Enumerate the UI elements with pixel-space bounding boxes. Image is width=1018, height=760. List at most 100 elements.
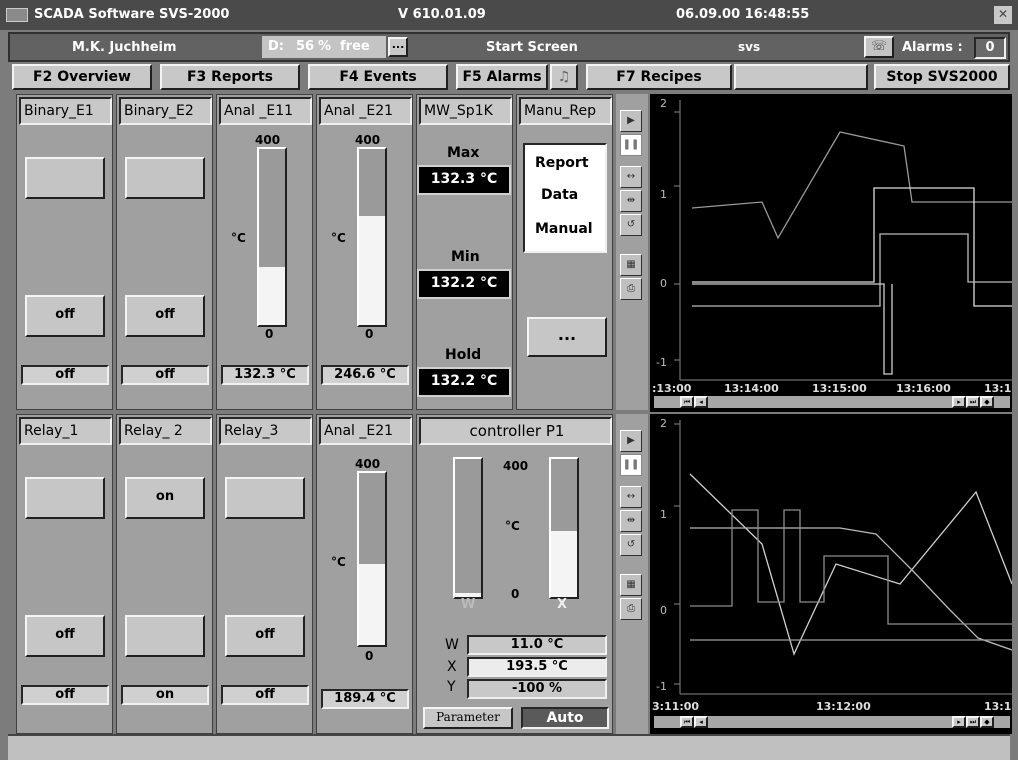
relay-3-value: off [221, 685, 309, 705]
max-value: 132.3 °C [417, 165, 511, 195]
x-tick-labels: :13:00 13:14:00 13:15:00 13:16:00 13:1 [652, 382, 1011, 395]
panel-title: controller P1 [419, 417, 612, 445]
zoom-in-icon[interactable]: ↔ [620, 486, 642, 508]
gauge-unit: °C [231, 231, 246, 245]
zoom-out-icon[interactable]: ⇹ [620, 190, 642, 212]
binary-e1-off-button[interactable]: off [25, 295, 105, 337]
stop-svs-button[interactable]: Stop SVS2000 [874, 64, 1010, 90]
binary-e1-indicator[interactable] [25, 157, 105, 199]
binary-e2-value: off [121, 365, 209, 385]
gauge-fill [259, 266, 285, 325]
trend-top-toolbar: ▶ ❚❚ ↔ ⇹ ↺ ▦ ⎙ [616, 94, 648, 410]
relay-1-on-button[interactable] [25, 477, 105, 519]
alarm-bell-icon[interactable]: ☏ [864, 36, 894, 58]
y-label-neg1: -1 [656, 680, 667, 693]
zoom-out-icon[interactable]: ⇹ [620, 510, 642, 532]
anal-e11-bar-gauge [257, 147, 287, 327]
f2-overview-button[interactable]: F2 Overview [12, 64, 152, 90]
y-label-1: 1 [660, 188, 667, 201]
x-tick-labels: 3:11:00 13:12:00 13:1 [652, 700, 1011, 713]
scroll-live-icon[interactable]: ◆ [980, 716, 994, 728]
gauge-min: 0 [365, 327, 374, 341]
panel-relay-2: Relay_ 2 on on [116, 414, 213, 734]
relay-1-off-button[interactable]: off [25, 615, 105, 657]
reset-icon[interactable]: ↺ [620, 214, 642, 236]
gauge-min: 0 [265, 327, 274, 341]
min-value: 132.2 °C [417, 269, 511, 299]
manual-report-button[interactable]: ... [527, 317, 607, 357]
close-icon[interactable]: ✕ [994, 6, 1012, 24]
scroll-last-icon[interactable]: ⏭ [966, 716, 980, 728]
trend-series-4 [692, 283, 893, 375]
relay-3-off-button[interactable]: off [225, 615, 305, 657]
disk-value: 56 [296, 39, 315, 54]
disk-unit: % [318, 39, 332, 54]
scroll-first-icon[interactable]: ⏮ [680, 716, 694, 728]
scroll-live-icon[interactable]: ◆ [980, 396, 994, 408]
reset-icon[interactable]: ↺ [620, 534, 642, 556]
y-label: Y [447, 679, 456, 695]
f7-recipes-button[interactable]: F7 Recipes [586, 64, 732, 90]
trend-top-scrollbar[interactable]: ⏮ ◂ ▸ ⏭ ◆ [654, 396, 1010, 408]
grid-icon[interactable]: ▦ [620, 254, 642, 276]
function-key-bar: F2 Overview F3 Reports F4 Events F5 Alar… [12, 64, 1010, 90]
scroll-right-icon[interactable]: ▸ [952, 716, 966, 728]
relay-3-on-button[interactable] [225, 477, 305, 519]
panel-relay-1: Relay_1 off off [16, 414, 113, 734]
print-icon[interactable]: ⎙ [620, 598, 642, 620]
print-icon[interactable]: ⎙ [620, 278, 642, 300]
f-blank-button[interactable] [734, 64, 868, 90]
relay-2-on-button[interactable]: on [125, 477, 205, 519]
zoom-in-icon[interactable]: ↔ [620, 166, 642, 188]
scroll-right-icon[interactable]: ▸ [952, 396, 966, 408]
y-value: -100 % [467, 679, 607, 699]
panel-binary-e2: Binary_E2 off off [116, 94, 213, 410]
trend-chart-top[interactable]: 2 1 0 -1 :13:00 13:14:00 13:15:00 13:16:… [650, 94, 1012, 412]
manual-report-box[interactable]: Report Data Manual [523, 143, 607, 253]
y-label-0: 0 [660, 604, 667, 617]
x-label: :13:00 [652, 382, 692, 395]
pause-icon[interactable]: ❚❚ [620, 454, 642, 476]
anal-e11-value: 132.3 °C [221, 365, 309, 385]
scroll-last-icon[interactable]: ⏭ [966, 396, 980, 408]
controller-w-bar-gauge [453, 457, 483, 599]
relay-2-off-button[interactable] [125, 615, 205, 657]
disk-button[interactable]: ... [388, 37, 408, 57]
anal-e21-bar-gauge [357, 147, 387, 327]
x-label: 3:11:00 [652, 700, 699, 713]
gauge-fill [359, 564, 385, 645]
scroll-first-icon[interactable]: ⏮ [680, 396, 694, 408]
x-label: 13:14:00 [724, 382, 779, 395]
f3-reports-button[interactable]: F3 Reports [160, 64, 300, 90]
trend-bottom-axes [674, 420, 1012, 695]
binary-e2-indicator[interactable] [125, 157, 205, 199]
panel-anal-e11: Anal _E11 400 °C 0 132.3 °C [216, 94, 313, 410]
y-tick-labels: 2 1 0 -1 [656, 417, 667, 693]
scroll-left-icon[interactable]: ◂ [694, 396, 708, 408]
x-value: 193.5 °C [467, 657, 607, 677]
binary-e2-off-button[interactable]: off [125, 295, 205, 337]
parameter-button[interactable]: Parameter [423, 707, 513, 729]
scroll-left-icon[interactable]: ◂ [694, 716, 708, 728]
grid-icon[interactable]: ▦ [620, 574, 642, 596]
f5-alarms-button[interactable]: F5 Alarms [456, 64, 548, 90]
app-version: V 610.01.09 [398, 7, 486, 22]
app-title: SCADA Software SVS-2000 [34, 7, 230, 22]
panel-anal-e21: Anal _E21 400 °C 0 246.6 °C [316, 94, 413, 410]
pause-icon[interactable]: ❚❚ [620, 134, 642, 156]
gauge-max: 400 [255, 133, 281, 147]
f4-events-button[interactable]: F4 Events [308, 64, 448, 90]
play-icon[interactable]: ▶ [620, 430, 642, 452]
gauge-fill [359, 215, 385, 325]
trend-series-3 [692, 233, 1012, 307]
auto-mode-indicator[interactable]: Auto [521, 707, 609, 729]
play-icon[interactable]: ▶ [620, 110, 642, 132]
trend-bottom-scrollbar[interactable]: ⏮ ◂ ▸ ⏭ ◆ [654, 716, 1010, 728]
panel-controller-p1: controller P1 W 400 °C 0 X W 11.0 °C X 1… [416, 414, 613, 734]
trend-top-svg: 2 1 0 -1 :13:00 13:14:00 13:15:00 13:16:… [652, 97, 1012, 395]
bell-icon[interactable]: ♫ [550, 64, 578, 90]
trend-series-1 [689, 473, 1012, 656]
panel-title: Relay_3 [219, 417, 312, 445]
panel-title: Binary_E1 [19, 97, 112, 125]
trend-chart-bottom[interactable]: 2 1 0 -1 3:11:00 13:12:00 13:1 ⏮ ◂ ▸ ⏭ ◆ [650, 414, 1012, 734]
